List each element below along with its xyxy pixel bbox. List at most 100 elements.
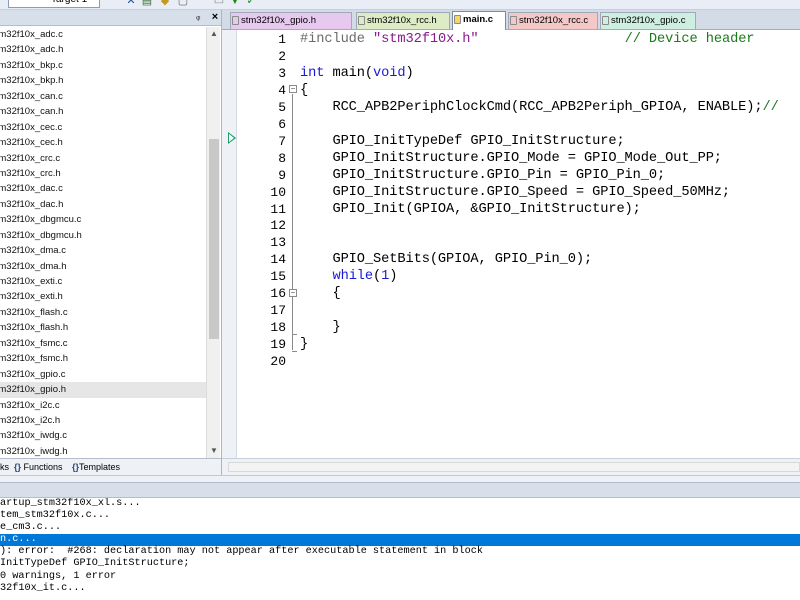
target-select[interactable]: Target 1 bbox=[8, 0, 100, 8]
line-number: 16 bbox=[270, 286, 286, 302]
file-item[interactable]: stm32f10x_fsmc.c bbox=[0, 336, 206, 351]
editor-tab[interactable]: stm32f10x_gpio.c bbox=[600, 12, 696, 29]
build-output[interactable]: artup_stm32f10x_xl.s... tem_stm32f10x.c..… bbox=[0, 498, 800, 600]
target-options-icon[interactable]: ✕ bbox=[124, 0, 138, 8]
editor-tab[interactable]: stm32f10x_rcc.h bbox=[356, 12, 450, 29]
fold-line bbox=[292, 94, 293, 350]
output-line[interactable]: InitTypeDef GPIO_InitStructure; bbox=[0, 558, 800, 570]
scrollbar-thumb[interactable] bbox=[209, 139, 219, 339]
file-item[interactable]: stm32f10x_cec.h bbox=[0, 135, 206, 150]
file-item[interactable]: stm32f10x_dma.h bbox=[0, 259, 206, 274]
code-line[interactable]: #include "stm32f10x.h" // Device header bbox=[300, 31, 755, 48]
fold-margin: − − bbox=[288, 30, 298, 458]
debug-icon[interactable]: ▼ bbox=[228, 0, 242, 8]
file-item[interactable]: stm32f10x_i2c.h bbox=[0, 413, 206, 428]
line-number: 10 bbox=[270, 184, 286, 200]
project-panel-header: ᵩ × bbox=[0, 10, 221, 26]
output-line[interactable]: tem_stm32f10x.c... bbox=[0, 510, 800, 522]
file-item[interactable]: stm32f10x_dbgmcu.h bbox=[0, 228, 206, 243]
file-item[interactable]: stm32f10x_flash.c bbox=[0, 305, 206, 320]
file-icon bbox=[454, 15, 461, 24]
output-line[interactable]: artup_stm32f10x_xl.s... bbox=[0, 498, 800, 510]
templates-icon: {} bbox=[72, 462, 80, 472]
editor-tab[interactable]: stm32f10x_rcc.c bbox=[508, 12, 598, 29]
output-line[interactable]: 0 warnings, 1 error bbox=[0, 571, 800, 583]
code-line[interactable]: GPIO_InitStructure.GPIO_Speed = GPIO_Spe… bbox=[300, 184, 730, 201]
file-item[interactable]: stm32f10x_gpio.h bbox=[0, 382, 206, 398]
tab-books[interactable]: ks bbox=[0, 461, 9, 474]
line-number: 13 bbox=[270, 235, 286, 251]
code-line[interactable]: GPIO_InitTypeDef GPIO_InitStructure; bbox=[300, 133, 624, 150]
current-line-arrow-icon bbox=[228, 132, 236, 144]
vertical-scrollbar[interactable]: ▲ ▼ bbox=[206, 27, 220, 458]
file-item[interactable]: stm32f10x_fsmc.h bbox=[0, 351, 206, 366]
panel-tabs: ks {} Functions {}Templates bbox=[0, 458, 222, 475]
code-line[interactable]: GPIO_InitStructure.GPIO_Pin = GPIO_Pin_0… bbox=[300, 167, 665, 184]
file-item[interactable]: stm32f10x_can.c bbox=[0, 89, 206, 104]
code-line[interactable]: GPIO_SetBits(GPIOA, GPIO_Pin_0); bbox=[300, 251, 592, 268]
file-item[interactable]: stm32f10x_dbgmcu.c bbox=[0, 212, 206, 227]
step-icon[interactable]: ✓ bbox=[244, 0, 258, 8]
line-number: 9 bbox=[278, 167, 286, 183]
line-number: 19 bbox=[270, 337, 286, 353]
file-item[interactable]: stm32f10x_bkp.c bbox=[0, 58, 206, 73]
download-icon[interactable]: ▭ bbox=[212, 0, 226, 8]
file-item[interactable]: stm32f10x_bkp.h bbox=[0, 73, 206, 88]
fold-end bbox=[292, 351, 297, 352]
editor-tab[interactable]: main.c bbox=[452, 11, 506, 30]
tab-templates[interactable]: {}Templates bbox=[72, 461, 120, 474]
scroll-down-icon[interactable]: ▼ bbox=[207, 444, 221, 458]
output-line[interactable]: 32f10x_it.c... bbox=[0, 583, 800, 595]
file-item[interactable]: stm32f10x_i2c.c bbox=[0, 398, 206, 413]
fold-toggle-icon[interactable]: − bbox=[289, 85, 297, 93]
build-icon[interactable]: ◆ bbox=[158, 0, 172, 8]
rebuild-icon[interactable]: ▢ bbox=[176, 0, 190, 8]
file-item[interactable]: stm32f10x_adc.h bbox=[0, 42, 206, 57]
code-line[interactable]: { bbox=[300, 285, 340, 302]
output-line[interactable]: e_cm3.c... bbox=[0, 522, 800, 534]
code-line[interactable]: RCC_APB2PeriphClockCmd(RCC_APB2Periph_GP… bbox=[300, 99, 778, 116]
code-area[interactable]: #include "stm32f10x.h" // Device header i… bbox=[300, 30, 800, 458]
line-number: 18 bbox=[270, 320, 286, 336]
close-icon[interactable]: × bbox=[209, 10, 221, 24]
code-line[interactable]: GPIO_InitStructure.GPIO_Mode = GPIO_Mode… bbox=[300, 150, 722, 167]
file-item[interactable]: stm32f10x_dac.h bbox=[0, 197, 206, 212]
file-item[interactable]: stm32f10x_can.h bbox=[0, 104, 206, 119]
file-icon bbox=[602, 16, 609, 25]
file-item[interactable]: stm32f10x_dma.c bbox=[0, 243, 206, 258]
editor-tab[interactable]: stm32f10x_gpio.h bbox=[230, 12, 352, 29]
pin-icon[interactable]: ᵩ bbox=[196, 11, 200, 22]
manage-components-icon[interactable]: ▤ bbox=[140, 0, 154, 8]
code-line[interactable]: while(1) bbox=[300, 268, 397, 285]
editor-horizontal-scrollbar[interactable] bbox=[222, 458, 800, 475]
code-line[interactable]: } bbox=[300, 319, 340, 336]
output-line[interactable]: n.c... bbox=[0, 534, 800, 547]
build-output-title-bar bbox=[0, 482, 800, 498]
line-number: 17 bbox=[270, 303, 286, 319]
file-item[interactable]: stm32f10x_iwdg.h bbox=[0, 444, 206, 458]
horizontal-scroll-track[interactable] bbox=[228, 462, 800, 472]
file-item[interactable]: stm32f10x_exti.c bbox=[0, 274, 206, 289]
tab-functions[interactable]: {} Functions bbox=[14, 461, 63, 474]
file-item[interactable]: stm32f10x_gpio.c bbox=[0, 367, 206, 382]
file-item[interactable]: stm32f10x_flash.h bbox=[0, 320, 206, 335]
file-item[interactable]: stm32f10x_adc.c bbox=[0, 27, 206, 42]
code-editor[interactable]: 1 2 3 4 5 6 7 8 9 10 11 12 13 14 15 16 17 18 19 20 − − #inc… bbox=[222, 30, 800, 458]
scroll-up-icon[interactable]: ▲ bbox=[207, 27, 221, 41]
line-number: 11 bbox=[270, 201, 286, 217]
file-item[interactable]: stm32f10x_crc.c bbox=[0, 151, 206, 166]
line-number: 2 bbox=[278, 48, 286, 64]
file-item[interactable]: stm32f10x_exti.h bbox=[0, 289, 206, 304]
file-item[interactable]: stm32f10x_iwdg.c bbox=[0, 428, 206, 443]
output-line[interactable]: ): error: #268: declaration may not appe… bbox=[0, 546, 800, 558]
editor-tab-label: stm32f10x_rcc.c bbox=[519, 15, 589, 26]
code-line[interactable]: { bbox=[300, 82, 308, 99]
file-item[interactable]: stm32f10x_cec.c bbox=[0, 120, 206, 135]
code-line[interactable]: int main(void) bbox=[300, 65, 414, 82]
code-line[interactable]: } bbox=[300, 336, 308, 353]
fold-toggle-icon[interactable]: − bbox=[289, 289, 297, 297]
breakpoint-margin[interactable] bbox=[222, 30, 237, 458]
file-item[interactable]: stm32f10x_dac.c bbox=[0, 181, 206, 196]
code-line[interactable]: GPIO_Init(GPIOA, &GPIO_InitStructure); bbox=[300, 201, 640, 218]
file-item[interactable]: stm32f10x_crc.h bbox=[0, 166, 206, 181]
